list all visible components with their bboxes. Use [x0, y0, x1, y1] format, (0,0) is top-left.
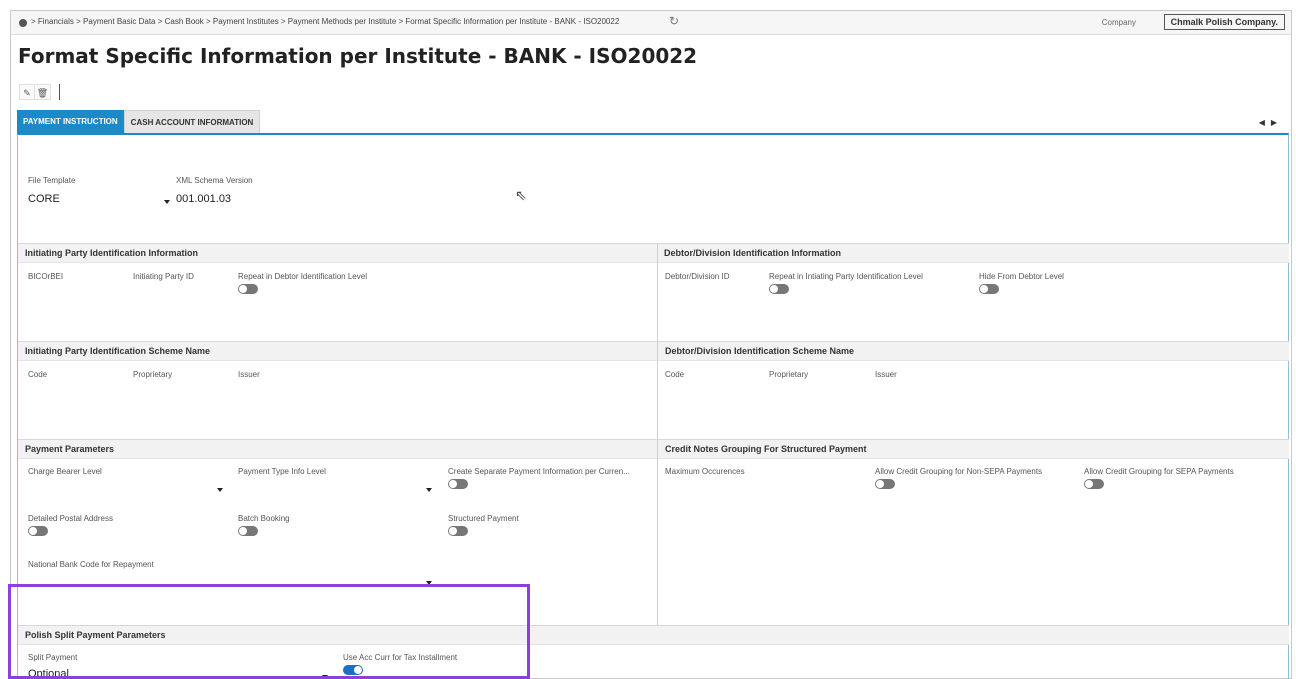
file-template-value[interactable]: CORE [28, 193, 60, 205]
sepa-grouping-label: Allow Credit Grouping for SEPA Payments [1084, 467, 1234, 476]
dd-proprietary-label: Proprietary [769, 370, 809, 379]
dd-code-label: Code [665, 370, 685, 379]
max-occurences-label: Maximum Occurences [665, 467, 745, 476]
postal-address-toggle[interactable] [28, 526, 48, 536]
company-label: Company [1101, 18, 1136, 27]
toolbar: ✎ 🗑 [19, 83, 60, 101]
non-sepa-grouping-toggle[interactable] [875, 479, 895, 489]
edit-icon[interactable]: ✎ [19, 84, 35, 100]
delete-icon[interactable]: 🗑 [35, 84, 51, 100]
debtor-division-section-title: Debtor/Division Identification Informati… [657, 243, 1289, 263]
page-title: Format Specific Information per Institut… [18, 44, 698, 68]
repeat-debtor-level-label: Repeat in Debtor Identification Level [238, 272, 367, 281]
national-bank-code-label: National Bank Code for Repayment [28, 560, 154, 569]
ip-proprietary-label: Proprietary [133, 370, 173, 379]
payment-type-dropdown-icon[interactable] [426, 488, 432, 492]
file-template-dropdown-icon[interactable] [164, 200, 170, 204]
app-window: > Financials > Payment Basic Data > Cash… [10, 10, 1292, 679]
payment-type-label: Payment Type Info Level [238, 467, 326, 476]
ip-code-label: Code [28, 370, 48, 379]
breadcrumb[interactable]: > Financials > Payment Basic Data > Cash… [31, 17, 619, 26]
debtor-division-id-label: Debtor/Division ID [665, 272, 730, 281]
mouse-cursor-icon: ⇖ [515, 187, 527, 203]
charge-bearer-dropdown-icon[interactable] [217, 488, 223, 492]
postal-address-label: Detailed Postal Address [28, 514, 113, 523]
bicorbei-label: BICOrBEI [28, 272, 64, 281]
breadcrumb-bar: > Financials > Payment Basic Data > Cash… [11, 11, 1291, 35]
repeat-initiating-party-label: Repeat in Intiating Party Identification… [769, 272, 923, 281]
file-template-label: File Template [28, 176, 76, 185]
ip-issuer-label: Issuer [238, 370, 260, 379]
dd-scheme-section-title: Debtor/Division Identification Scheme Na… [658, 341, 1289, 361]
xml-schema-label: XML Schema Version [176, 176, 253, 185]
toolbar-divider [59, 84, 60, 100]
ip-scheme-section-title: Initiating Party Identification Scheme N… [18, 341, 657, 361]
tab-payment-instruction[interactable]: PAYMENT INSTRUCTION [17, 110, 124, 134]
hide-from-debtor-label: Hide From Debtor Level [979, 272, 1064, 281]
batch-booking-label: Batch Booking [238, 514, 290, 523]
home-icon[interactable] [19, 19, 27, 27]
non-sepa-grouping-label: Allow Credit Grouping for Non-SEPA Payme… [875, 467, 1043, 476]
tab-scroll-arrows[interactable]: ◀▶ [1259, 118, 1283, 127]
separate-payment-label: Create Separate Payment Information per … [448, 467, 630, 476]
xml-schema-value[interactable]: 001.001.03 [176, 193, 231, 205]
payment-params-section-title: Payment Parameters [18, 439, 657, 459]
separate-payment-toggle[interactable] [448, 479, 468, 489]
structured-payment-label: Structured Payment [448, 514, 519, 523]
column-divider [657, 243, 658, 625]
repeat-debtor-level-toggle[interactable] [238, 284, 258, 294]
charge-bearer-label: Charge Bearer Level [28, 467, 102, 476]
dd-issuer-label: Issuer [875, 370, 897, 379]
initiating-party-section-title: Initiating Party Identification Informat… [18, 243, 657, 263]
refresh-icon[interactable]: ↻ [669, 14, 679, 28]
credit-notes-section-title: Credit Notes Grouping For Structured Pay… [658, 439, 1289, 459]
hide-from-debtor-toggle[interactable] [979, 284, 999, 294]
tab-bar: PAYMENT INSTRUCTION CASH ACCOUNT INFORMA… [17, 110, 261, 134]
highlight-box [8, 584, 530, 679]
company-selector[interactable]: Chmalk Polish Company. [1163, 14, 1285, 30]
sepa-grouping-toggle[interactable] [1084, 479, 1104, 489]
repeat-initiating-party-toggle[interactable] [769, 284, 789, 294]
initiating-party-id-label: Initiating Party ID [133, 272, 194, 281]
tab-cash-account-information[interactable]: CASH ACCOUNT INFORMATION [123, 110, 261, 134]
structured-payment-toggle[interactable] [448, 526, 468, 536]
batch-booking-toggle[interactable] [238, 526, 258, 536]
